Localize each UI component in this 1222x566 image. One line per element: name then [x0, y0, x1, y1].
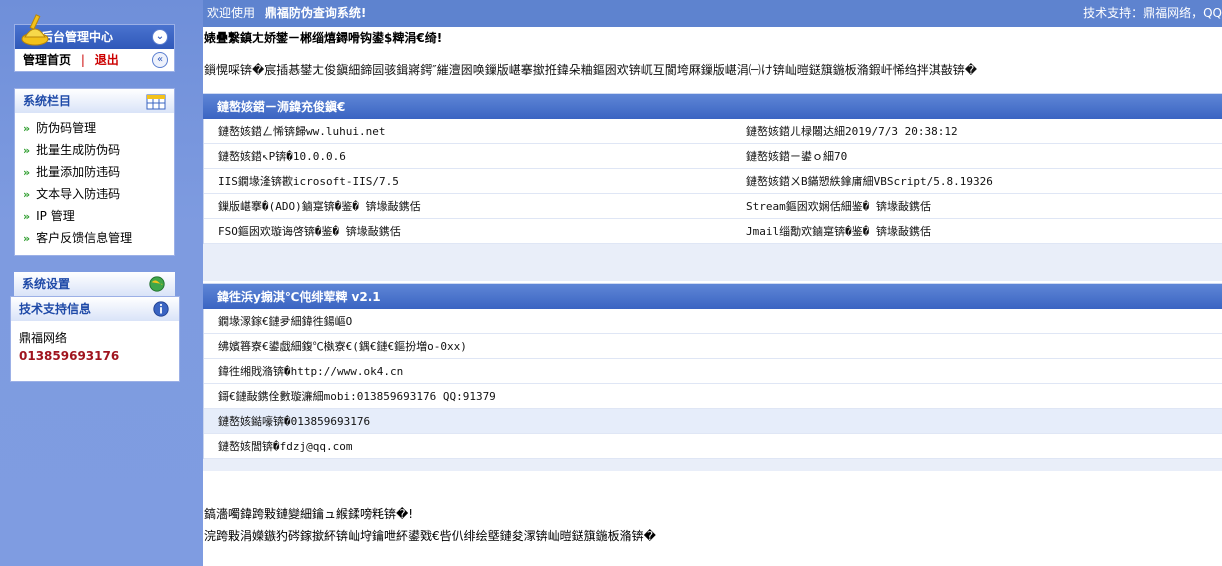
- menu-arrow-icon: »: [23, 210, 31, 223]
- welcome-text: 欢迎使用 鼎福防伪查询系统!: [207, 0, 366, 27]
- admin-nav-row: 管理首页 | 退出 «: [15, 49, 174, 71]
- system-columns-menu: » 防伪码管理 » 批量生成防伪码 » 批量添加防违码 » 文本导入防违码 » IP 管理…: [15, 113, 174, 255]
- table-cell: IIS鐗堟湰锛歁icrosoft-IIS/7.5: [218, 175, 399, 188]
- home-link[interactable]: 管理首页: [23, 53, 71, 67]
- sidebar: 后台管理中心 ⌄ 管理首页 | 退出 « 系统栏目 » 防伪码管理 » 批量生成防伪…: [0, 0, 203, 566]
- table-row: 鏈嶅姟鍣↖P锛�10.0.0.6 鏈嶅姟鍣ㄧ鍙ｏ細70: [204, 144, 1222, 169]
- admin-logo-icon: [21, 14, 49, 46]
- tech-support-text: 技术支持：鼎福网络，QQ: [1083, 6, 1222, 20]
- menu-arrow-icon: »: [23, 166, 31, 179]
- table-cell: 鏈嶅姟鍣ㄧ鍙ｏ細70: [746, 150, 848, 163]
- logout-link[interactable]: 退出: [95, 53, 119, 67]
- menu-item-label[interactable]: 文本导入防违码: [36, 187, 120, 201]
- support-phone: 013859693176: [19, 349, 120, 363]
- menu-item-text-import[interactable]: » 文本导入防违码: [23, 183, 174, 205]
- system-settings-panel[interactable]: 系统设置: [14, 272, 175, 296]
- tech-support-title: 技术支持信息: [19, 302, 92, 316]
- table-cell: 鏈嶅姟鍣ㄦ椂闂达細2019/7/3 20:38:12: [746, 125, 958, 138]
- system-settings-title: 系统设置: [22, 277, 71, 291]
- tech-support-header: 技术支持信息: [11, 297, 179, 321]
- table-cell: 鏈嶅姟鍣↖P锛�10.0.0.6: [218, 150, 346, 163]
- table-row: 鐗堟潈鎵€鏈夛細鍏徃鍚嶇О: [204, 309, 1222, 334]
- menu-arrow-icon: »: [23, 122, 31, 135]
- globe-icon: [149, 276, 165, 292]
- table-cell: Jmail缁勪欢鏀寔锛�鉴� 锛堟敮鎸佸: [746, 225, 931, 238]
- table-row: 鏈嶅姟鐑嚎锛�013859693176: [204, 409, 1222, 434]
- support-company: 鼎福网络: [19, 331, 68, 345]
- table-row: 鎶€鏈敮鎸佺數璇濓細mobi:013859693176 QQ:91379: [204, 384, 1222, 409]
- product-info-table: 鐗堟潈鎵€鏈夛細鍏徃鍚嶇О 绋嬪簭寮€鍙戯細鍑℃槸寮€(鍝€鏈€鏂扮増o-0xx…: [203, 309, 1222, 459]
- footer-line-1: 鎬濇噣鍏跨敤鏈變細鑰ュ緱鍒嗙粍锛�!: [204, 507, 414, 521]
- menu-item-batch-add[interactable]: » 批量添加防违码: [23, 161, 174, 183]
- server-info-section: 鏈嶅姟鍣ㄧ浉鍏充俊鎭€ 鏈嶅姟鍣ㄥ悕锛歸ww.luhui.net 鏈嶅姟鍣ㄦ椂闂…: [203, 93, 1222, 281]
- server-info-title: 鏈嶅姟鍣ㄧ浉鍏充俊鎭€: [203, 93, 1222, 119]
- system-columns-panel: 系统栏目 » 防伪码管理 » 批量生成防伪码 » 批量添加防违码 » 文本导入防违码 »…: [14, 88, 175, 256]
- menu-item-anti-fake-code[interactable]: » 防伪码管理: [23, 117, 174, 139]
- menu-arrow-icon: »: [23, 188, 31, 201]
- notice-title: 婊曡繋鎮ㄤ娇鐢ㄧ郴缁熺鐞嗗钩鍙$粺涓€绮!: [204, 31, 443, 45]
- table-cell: 鏁版嵁搴�(ADO)鏀寔锛�鉴� 锛堟敮鎸佸: [218, 200, 421, 213]
- system-name: 鼎福防伪查询系统!: [264, 6, 367, 20]
- admin-panel: 后台管理中心 ⌄ 管理首页 | 退出 «: [14, 14, 175, 72]
- product-info-section: 鍏徃浜у搧淇℃伅绯荤粺 v2.1 鐗堟潈鎵€鏈夛細鍏徃鍚嶇О 绋嬪簭寮€鍙戯細鍑…: [203, 283, 1222, 471]
- menu-arrow-icon: »: [23, 232, 31, 245]
- system-columns-header: 系统栏目: [15, 89, 174, 113]
- table-cell: 鏈嶅姟鍣ㄨВ鏋愬紩鎿庯細VBScript/5.8.19326: [746, 175, 993, 188]
- menu-item-feedback[interactable]: » 客户反馈信息管理: [23, 227, 174, 249]
- menu-arrow-icon: »: [23, 144, 31, 157]
- system-settings-header[interactable]: 系统设置: [14, 272, 175, 296]
- table-row: 鏈嶅姟鍣ㄥ悕锛歸ww.luhui.net 鏈嶅姟鍣ㄦ椂闂达細2019/7/3 2…: [204, 119, 1222, 144]
- table-cell: 鏈嶅姟鍣ㄥ悕锛歸ww.luhui.net: [218, 125, 386, 138]
- table-cell: 鏈嶅姟鐑嚎锛�013859693176: [218, 415, 371, 428]
- table-cell: 鍏徃缃戝潃锛�http://www.ok4.cn: [218, 365, 404, 378]
- product-info-title: 鍏徃浜у搧淇℃伅绯荤粺 v2.1: [203, 283, 1222, 309]
- panel-collapse-icon[interactable]: ⌄: [152, 29, 168, 45]
- admin-panel-header: 后台管理中心 ⌄: [15, 14, 174, 49]
- table-cell: 鐗堟潈鎵€鏈夛細鍏徃鍚嶇О: [218, 315, 353, 328]
- table-row: IIS鐗堟湰锛歁icrosoft-IIS/7.5 鏈嶅姟鍣ㄨВ鏋愬紩鎿庯細VBS…: [204, 169, 1222, 194]
- menu-item-label[interactable]: 防伪码管理: [36, 121, 96, 135]
- tech-support-body: 鼎福网络 013859693176: [11, 321, 179, 375]
- table-cell: 鏈嶅姟閭锛�fdzj@qq.com: [218, 440, 353, 453]
- table-cell: 绋嬪簭寮€鍙戯細鍑℃槸寮€(鍝€鏈€鏂扮増o-0xx): [218, 340, 467, 353]
- top-bar: 欢迎使用 鼎福防伪查询系统! 技术支持：鼎福网络，QQ: [203, 0, 1222, 27]
- notice-text: 鎻愰啋锛�宸插惎鐢ㄤ俊鎭細鍗囩骇鍓嶈鍔″繀澶囦唤鏁版嵁搴撳拰鍏朵粬鏂囦欢锛屼互閬…: [204, 63, 978, 77]
- menu-item-batch-generate[interactable]: » 批量生成防伪码: [23, 139, 174, 161]
- table-row: FSO鏂囦欢璇诲啓锛�鉴� 锛堟敮鎸佸 Jmail缁勪欢鏀寔锛�鉴� 锛堟敮鎸佸: [204, 219, 1222, 244]
- collapse-sidebar-icon[interactable]: «: [152, 52, 168, 68]
- tech-support-panel: 技术支持信息 鼎福网络 013859693176: [10, 296, 180, 382]
- system-columns-title: 系统栏目: [23, 94, 72, 108]
- table-row: 绋嬪簭寮€鍙戯細鍑℃槸寮€(鍝€鏈€鏂扮増o-0xx): [204, 334, 1222, 359]
- menu-item-label[interactable]: 客户反馈信息管理: [36, 231, 132, 245]
- info-icon: [153, 301, 169, 317]
- table-row: 鏈嶅姟閭锛�fdzj@qq.com: [204, 434, 1222, 459]
- menu-item-label[interactable]: 批量添加防违码: [36, 165, 120, 179]
- main-content: 婊曡繋鎮ㄤ娇鐢ㄧ郴缁熺鐞嗗钩鍙$粺涓€绮! 鎻愰啋锛�宸插惎鐢ㄤ俊鎭細鍗囩骇鍓嶈…: [203, 27, 1222, 566]
- table-grid-icon: [146, 94, 166, 110]
- table-cell: Stream鏂囦欢娴佸細鉴� 锛堟敮鎸佸: [746, 200, 931, 213]
- server-info-table: 鏈嶅姟鍣ㄥ悕锛歸ww.luhui.net 鏈嶅姟鍣ㄦ椂闂达細2019/7/3 2…: [203, 119, 1222, 244]
- welcome-prefix: 欢迎使用: [207, 6, 256, 20]
- table-cell: FSO鏂囦欢璇诲啓锛�鉴� 锛堟敮鎸佸: [218, 225, 401, 238]
- table-row: 鍏徃缃戝潃锛�http://www.ok4.cn: [204, 359, 1222, 384]
- menu-item-label[interactable]: IP 管理: [36, 209, 75, 223]
- table-row: 鏁版嵁搴�(ADO)鏀寔锛�鉴� 锛堟敮鎸佸 Stream鏂囦欢娴佸細鉴� 锛堟…: [204, 194, 1222, 219]
- menu-item-ip-management[interactable]: » IP 管理: [23, 205, 174, 227]
- menu-item-label[interactable]: 批量生成防伪码: [36, 143, 120, 157]
- footer-line-2: 浣跨敤涓嬫鏃犳硶鎵撳紑锛屾垨鑰呭紑鍙戣€呰仈绯绘墍鏈夋潈锛屾暟鎹簱鍦板潃锛�: [204, 529, 656, 543]
- table-cell: 鎶€鏈敮鎸佺數璇濓細mobi:013859693176 QQ:91379: [218, 390, 496, 403]
- admin-panel-title: 后台管理中心: [41, 30, 114, 44]
- nav-separator: |: [80, 53, 85, 67]
